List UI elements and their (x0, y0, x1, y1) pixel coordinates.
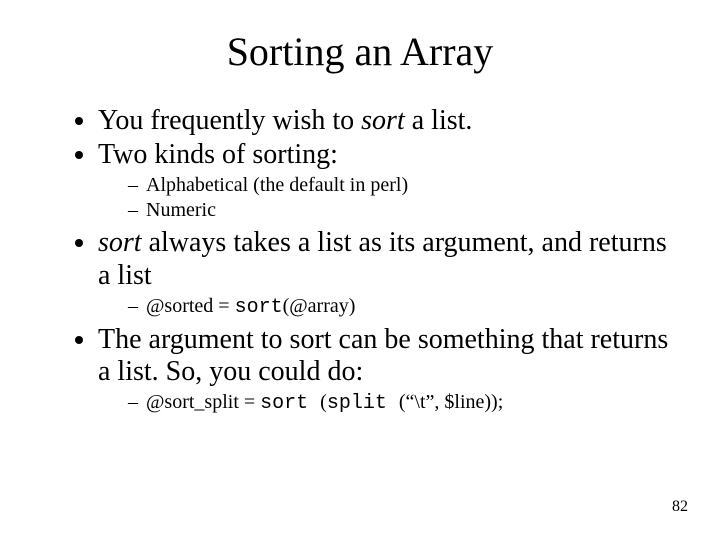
bullet-4-run-0: The argument to sort can be something th… (98, 324, 668, 387)
bullet-2-sublist: Alphabetical (the default in perl) Numer… (98, 173, 680, 223)
bullet-3-sub-1-run-0: @sorted = (146, 295, 235, 317)
bullet-4: The argument to sort can be something th… (98, 324, 680, 420)
bullet-4-sub-1-run-2: ( (320, 391, 327, 413)
bullet-2: Two kinds of sorting: Alphabetical (the … (98, 139, 680, 227)
bullet-2-sub-2: Numeric (128, 198, 680, 223)
bullet-3-sublist: @sorted = sort(@array) (98, 294, 680, 320)
bullet-1-run-2: a list. (405, 105, 473, 136)
bullet-4-sub-1-run-4: (“\t”, $line)); (399, 391, 503, 413)
bullet-3-run-0: sort (98, 227, 142, 258)
bullet-3-sub-1-run-1: sort (235, 296, 283, 319)
bullet-4-sublist: @sort_split = sort (split (“\t”, $line))… (98, 390, 680, 416)
bullet-1-run-1: sort (361, 105, 405, 136)
bullet-2-run-0: Two kinds of sorting: (98, 139, 338, 170)
bullet-2-sub-2-run-0: Numeric (146, 199, 216, 221)
slide: Sorting an Array You frequently wish to … (0, 0, 720, 540)
bullet-4-sub-1-run-0: @sort_split = (146, 391, 260, 413)
bullet-2-sub-1: Alphabetical (the default in perl) (128, 173, 680, 198)
bullet-1-run-0: You frequently wish to (98, 105, 361, 136)
bullet-4-sub-1-run-1: sort (260, 392, 320, 415)
page-number: 82 (672, 498, 688, 516)
bullet-1: You frequently wish to sort a list. (98, 105, 680, 139)
bullet-2-sub-1-run-0: Alphabetical (the default in perl) (146, 174, 408, 196)
bullet-3-run-1: always takes a list as its argument, and… (98, 227, 667, 290)
bullet-4-sub-1-run-3: split (327, 392, 399, 415)
slide-title: Sorting an Array (40, 28, 680, 75)
bullet-3-sub-1-run-2: (@array) (283, 295, 356, 317)
bullet-list: You frequently wish to sort a list. Two … (40, 105, 680, 420)
bullet-4-sub-1: @sort_split = sort (split (“\t”, $line))… (128, 390, 680, 416)
bullet-3: sort always takes a list as its argument… (98, 227, 680, 323)
bullet-3-sub-1: @sorted = sort(@array) (128, 294, 680, 320)
